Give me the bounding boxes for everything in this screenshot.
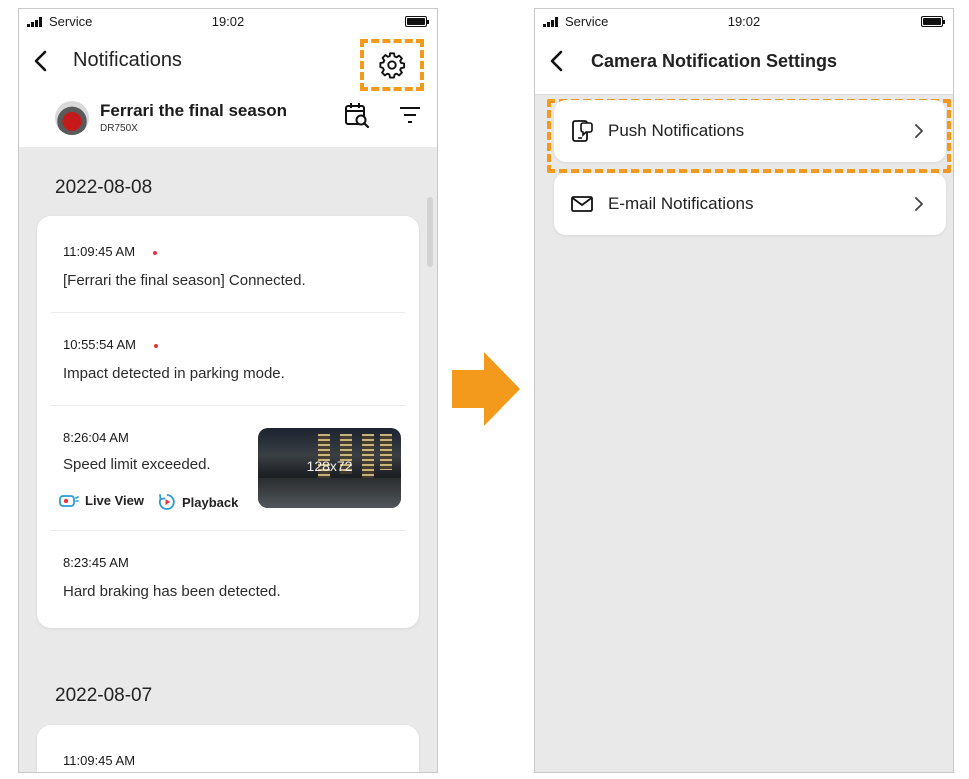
- thumbnail-road: [258, 478, 401, 508]
- camera-notification-settings-screen: Service 19:02 Camera Notification Settin…: [534, 8, 954, 773]
- playback-button[interactable]: Playback: [158, 493, 238, 511]
- battery-icon: [921, 16, 945, 27]
- status-time: 19:02: [211, 14, 245, 29]
- filter-icon[interactable]: [399, 105, 421, 125]
- calendar-search-icon[interactable]: [343, 101, 371, 129]
- notification-time: 10:55:54 AM: [63, 337, 158, 352]
- divider: [51, 405, 405, 406]
- event-video-thumbnail[interactable]: 128x72: [258, 428, 401, 508]
- unread-dot: [153, 250, 158, 255]
- status-time: 19:02: [727, 14, 761, 29]
- email-notifications-label: E-mail Notifications: [608, 194, 754, 213]
- notification-time: 11:09:45 AM: [63, 753, 136, 768]
- notifications-header: Notifications Ferrari the final season D…: [19, 35, 437, 147]
- scrollbar[interactable]: [427, 197, 433, 267]
- thumbnail-label: 128x72: [306, 458, 353, 474]
- notification-group-card: 11:09:45 AM: [37, 725, 419, 772]
- back-button[interactable]: [547, 49, 567, 73]
- device-name: Ferrari the final season: [100, 101, 288, 120]
- device-model: DR750X: [100, 123, 138, 134]
- page-title: Camera Notification Settings: [591, 51, 838, 71]
- notification-message[interactable]: Impact detected in parking mode.: [63, 365, 285, 382]
- arrow-right-icon: [452, 352, 520, 426]
- back-button[interactable]: [31, 49, 51, 73]
- chevron-right-icon: [915, 197, 923, 211]
- chevron-right-icon: [915, 124, 923, 138]
- date-header: 2022-08-07: [55, 685, 153, 706]
- push-notifications-label: Push Notifications: [608, 121, 745, 140]
- divider: [51, 312, 405, 313]
- playback-icon: [158, 494, 175, 510]
- status-bar: Service 19:02: [535, 9, 953, 35]
- notification-message[interactable]: Hard braking has been detected.: [63, 583, 281, 600]
- status-bar: Service 19:02: [19, 9, 437, 35]
- divider: [51, 530, 405, 531]
- notification-message[interactable]: Speed limit exceeded.: [63, 456, 211, 473]
- device-selector[interactable]: Ferrari the final season DR750X: [55, 95, 437, 139]
- date-header: 2022-08-08: [55, 177, 153, 198]
- email-notifications-item[interactable]: E-mail Notifications: [554, 173, 946, 235]
- phone-chat-icon: [572, 120, 593, 142]
- notification-time: 11:09:45 AM: [63, 244, 158, 259]
- notification-message[interactable]: [Ferrari the final season] Connected.: [63, 272, 306, 289]
- live-view-label: Live View: [85, 493, 145, 508]
- notifications-screen: Service 19:02 Notifications Ferrari the …: [18, 8, 438, 773]
- gear-icon[interactable]: [378, 51, 406, 79]
- envelope-icon: [571, 196, 593, 212]
- live-view-button[interactable]: Live View: [59, 493, 144, 508]
- live-view-icon: [59, 494, 79, 507]
- notification-group-card: 11:09:45 AM [Ferrari the final season] C…: [37, 216, 419, 628]
- notification-time: 8:26:04 AM: [63, 430, 129, 445]
- unread-dot: [154, 343, 158, 348]
- page-title: Notifications: [73, 49, 182, 71]
- push-notifications-item[interactable]: Push Notifications: [554, 100, 946, 162]
- settings-header: Camera Notification Settings: [535, 35, 953, 95]
- battery-icon: [405, 16, 429, 27]
- notification-time: 8:23:45 AM: [63, 555, 129, 570]
- settings-highlight: [360, 39, 424, 91]
- car-avatar: [55, 101, 89, 135]
- playback-label: Playback: [182, 494, 239, 510]
